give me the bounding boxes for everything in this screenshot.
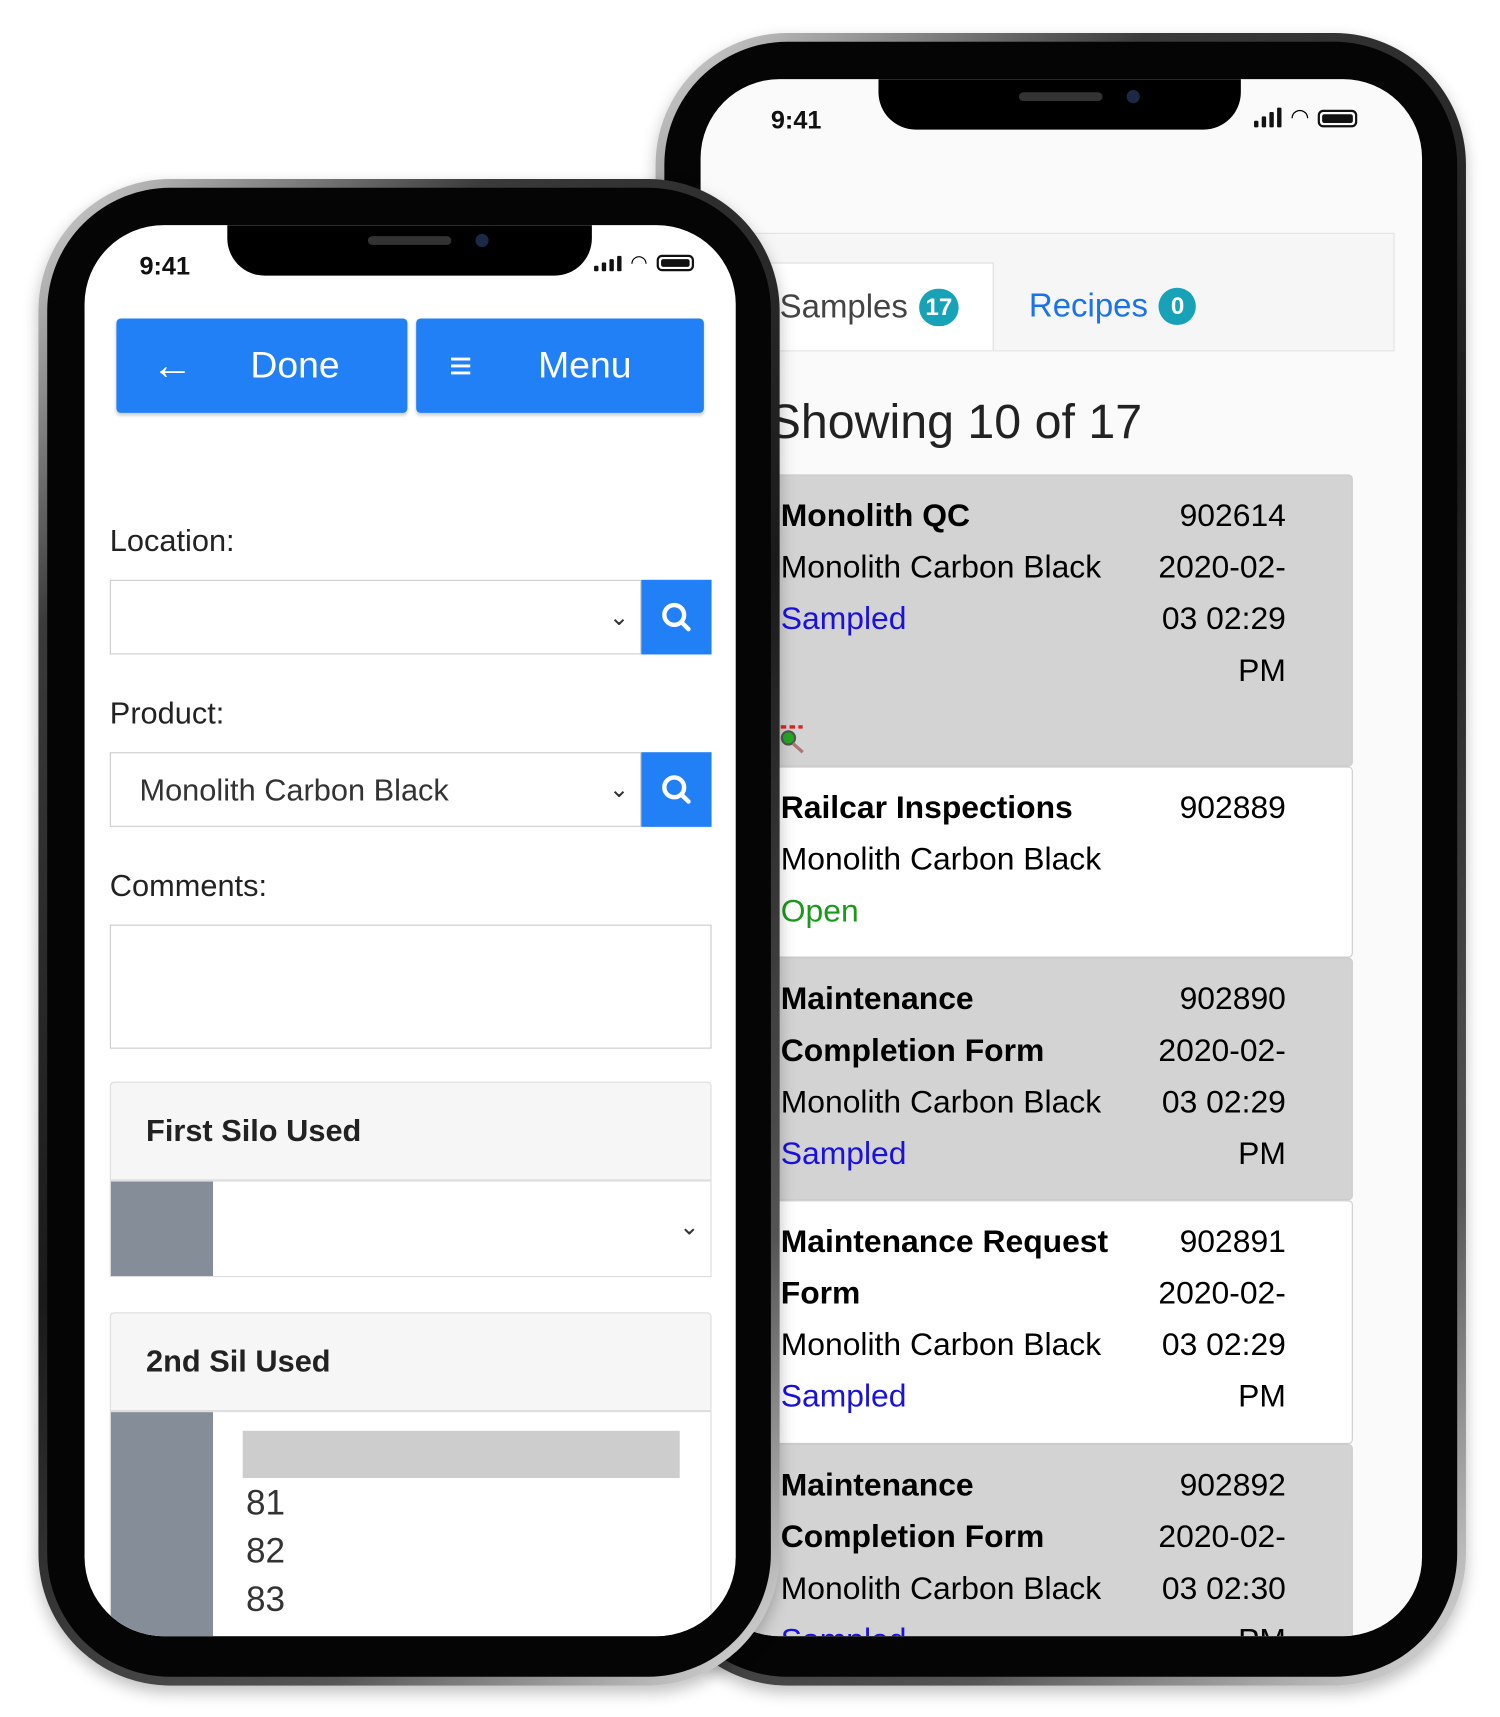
notch [227,225,592,276]
sample-meta: 902892 2020-02- 03 02:30 PM [1110,1460,1286,1636]
sample-product: Monolith Carbon Black [780,550,1102,586]
back-phone-screen: 9:41 ◠ Samples 17 Recipes 0 Showing 10 o… [700,79,1423,1637]
done-button[interactable]: ← Done [116,318,408,413]
sample-card[interactable]: Maintenance Completion Form Monolith Carbo… [700,1444,1353,1637]
status-icons: ◠ [1254,105,1358,130]
sample-title: Maintenance [780,981,974,1017]
battery-icon [1318,109,1358,128]
sample-date: 03 02:29 [1161,1084,1286,1121]
comments-label: Comments: [109,868,268,903]
status-time: 9:41 [770,105,822,134]
sample-product: Monolith Carbon Black [780,842,1102,878]
sample-info: Maintenance Completion Form Monolith Carbo… [781,974,1101,1180]
sample-info: Railcar Inspections Monolith Carbon Black… [781,783,1101,938]
chevron-down-icon: ⌄ [679,1212,700,1240]
sample-id: 902614 [1179,498,1286,534]
listbox-option[interactable]: 81 [246,1482,285,1523]
second-silo-listbox[interactable]: 81 82 83 [109,1411,712,1637]
sample-date: 03 02:29 [1161,1327,1286,1363]
first-silo-select[interactable]: ⌄ [109,1180,712,1278]
sample-id: 902892 [1179,1468,1286,1504]
sample-title: Monolith QC [780,498,970,534]
location-label: Location: [109,523,235,558]
sample-status[interactable]: Sampled [781,1129,1101,1181]
results-heading: Showing 10 of 17 [768,395,1143,450]
sample-status[interactable]: Sampled [781,1615,1101,1636]
product-select[interactable]: Monolith Carbon Black ⌄ [109,752,642,827]
status-icons: ◠ [594,251,694,274]
sample-date: 2020-02- [1158,550,1286,586]
input-addon [110,1181,214,1276]
hamburger-menu-icon: ≡ [449,342,473,388]
signal-icon [594,255,622,272]
sample-meta: 902889 [1110,783,1286,835]
sample-card[interactable]: Maintenance Completion Form Monolith Carbo… [700,957,1353,1201]
chevron-down-icon: ⌄ [608,602,630,631]
sample-id: 902889 [1179,790,1286,826]
comments-textarea[interactable] [109,924,712,1049]
sample-title: Completion Form [780,1033,1045,1069]
sample-date: PM [1238,653,1286,689]
sample-title: Maintenance [780,1468,974,1504]
sample-info: Monolith QC Monolith Carbon Black Sampled [781,491,1101,646]
notch [878,79,1241,130]
front-phone-screen: 9:41 ◠ ← Done ≡ Menu Location: ⌄ Product… [84,225,736,1637]
listbox-option-selected[interactable] [242,1430,680,1479]
sample-title: Railcar Inspections [780,790,1073,826]
sample-date: PM [1110,1615,1286,1636]
front-phone: 9:41 ◠ ← Done ≡ Menu Location: ⌄ Product… [38,178,780,1686]
search-icon [662,602,691,632]
location-select[interactable]: ⌄ [109,579,642,655]
battery-icon [656,254,694,272]
product-search-button[interactable] [641,752,712,827]
sample-meta: 902890 2020-02- 03 02:29 PM [1110,974,1286,1180]
sample-date: 03 02:30 [1161,1571,1286,1607]
menu-button[interactable]: ≡ Menu [416,318,704,413]
sample-card[interactable]: Railcar Inspections Monolith Carbon Black… [700,766,1353,958]
tabs-bar: Samples 17 Recipes 0 [700,232,1395,352]
wifi-icon: ◠ [1290,105,1310,130]
tab-recipes[interactable]: Recipes 0 [1029,262,1197,350]
first-silo-header: First Silo Used [109,1081,712,1181]
sample-date: 2020-02- [1158,1275,1286,1312]
sample-title: Form [780,1275,861,1312]
sample-card[interactable]: Monolith QC Monolith Carbon Black Sampled 9… [700,474,1353,767]
sample-info: Maintenance Request Form Monolith Carbon B… [781,1217,1108,1423]
status-time: 9:41 [139,251,191,281]
sample-info: Maintenance Completion Form Monolith Carbo… [781,1460,1101,1636]
product-label: Product: [109,696,225,731]
listbox-option[interactable]: 83 [246,1579,285,1620]
sample-product: Monolith Carbon Black [780,1571,1102,1607]
samples-count-badge: 17 [918,288,959,326]
sample-meta: 902614 2020-02- 03 02:29 PM [1110,491,1286,697]
input-addon [110,1412,214,1637]
sample-status[interactable]: Sampled [781,594,1101,646]
listbox-option[interactable]: 82 [246,1531,285,1572]
sample-id: 902890 [1179,981,1286,1017]
chevron-down-icon: ⌄ [608,775,630,803]
magnifier-settings-icon[interactable] [779,724,808,755]
sample-product: Monolith Carbon Black [780,1084,1102,1121]
wifi-icon: ◠ [630,251,648,274]
sample-date: 03 02:29 [1161,601,1286,637]
sample-date: PM [1238,1136,1286,1172]
sample-date: 2020-02- [1158,1033,1286,1069]
sample-card[interactable]: Maintenance Request Form Monolith Carbon B… [700,1200,1353,1445]
sample-meta: 902891 2020-02- 03 02:29 PM [1110,1217,1286,1423]
sample-date: 2020-02- [1158,1519,1286,1555]
location-search-button[interactable] [641,579,712,655]
arrow-left-icon: ← [151,342,194,389]
sample-status[interactable]: Open [781,886,1101,938]
second-silo-header: 2nd Sil Used [109,1312,712,1412]
sample-date: PM [1238,1379,1286,1415]
sample-product: Monolith Carbon Black [780,1327,1102,1363]
recipes-count-badge: 0 [1158,287,1197,326]
search-icon [662,775,691,804]
sample-title: Completion Form [780,1519,1045,1555]
sample-title: Maintenance Request [780,1224,1109,1260]
sample-status[interactable]: Sampled [781,1372,1108,1424]
sample-id: 902891 [1179,1224,1286,1260]
signal-icon [1254,107,1282,128]
